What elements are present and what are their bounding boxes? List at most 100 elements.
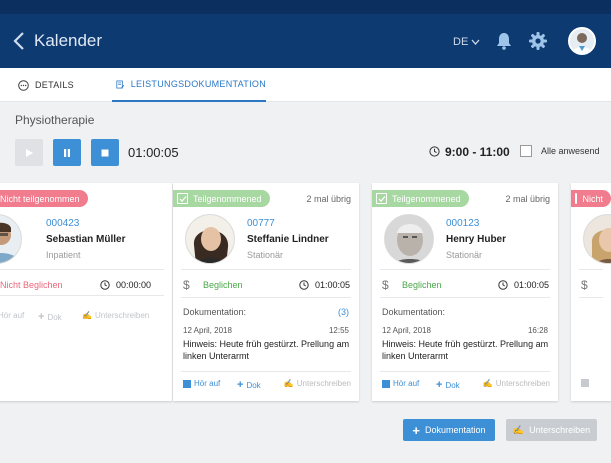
all-present-label: Alle anwesend [541,146,600,156]
patient-id[interactable]: 000423 [46,218,79,229]
status-badge: Nicht [571,190,611,207]
status-badge: Nicht teilgenommen [0,190,88,207]
document-edit-icon [116,80,125,88]
patient-name: Steffanie Lindner [247,234,329,245]
play-button[interactable] [15,139,43,166]
tab-leistungsdokumentation-label: LEISTUNGSDOKUMENTATION [130,79,266,89]
card-actions [581,379,603,391]
tab-details[interactable]: DETAILS [18,68,74,102]
stop-action[interactable]: Hör auf [382,379,419,388]
divider [181,269,351,270]
divider [181,371,351,372]
patient-type: Stationär [247,250,284,260]
back-arrow-icon[interactable] [12,31,26,51]
payment-status: Nicht Beglichen [0,280,63,290]
doc-date: 12 April, 2018 [382,326,431,335]
plus-icon: + [412,422,421,438]
add-doc-action[interactable]: + Dok [38,311,62,323]
sign-label: Unterschreiben [94,311,150,320]
divider [380,297,550,298]
doc-time: 12:55 [328,326,349,335]
stop-square-icon [183,379,191,388]
bell-icon[interactable] [496,32,512,50]
patient-name: Sebastian Müller [46,234,126,245]
play-icon [26,148,33,157]
stop-action[interactable]: Hör auf [0,311,24,320]
documentation-count[interactable]: (3) [338,307,349,317]
gear-icon[interactable] [529,32,547,50]
patient-photo [583,214,611,264]
add-doc-action[interactable]: + Dok [436,379,460,391]
documentation-label: Dokumentation: [382,307,446,317]
section-title: Physiotherapie [15,113,95,127]
signature-icon: ✍ [482,379,493,388]
stop-icon [101,149,109,156]
add-documentation-label: Dokumentation [425,425,486,435]
checkbox-icon [575,193,578,204]
status-badge-label: Nicht [582,193,603,204]
divider [0,269,164,270]
all-present-checkbox[interactable] [520,145,532,157]
stop-action[interactable] [581,379,589,387]
stop-button[interactable] [91,139,119,166]
plus-icon: + [38,311,45,323]
stop-action-label: Hör auf [0,311,25,320]
app-header: Kalender DE [0,14,611,68]
pause-button[interactable] [53,139,81,166]
patient-id[interactable]: 00777 [247,218,275,229]
status-badge-label: Nicht teilgenommen [0,193,80,204]
card-actions: Hör auf + Dok ✍ Unterschreiben [0,311,164,323]
patient-id[interactable]: 000123 [446,218,479,229]
checkbox-checked-icon [177,193,188,204]
dollar-icon: $ [382,278,389,292]
more-circle-icon [18,79,29,91]
chevron-down-icon[interactable] [471,38,480,46]
card-actions: Hör auf + Dok ✍ Unterschreiben [382,379,550,391]
patient-photo [0,214,22,264]
sign-button-label: Unterschreiben [529,425,591,435]
patient-card: Nicht teilgenommen 000423 Sebastian Müll… [0,183,172,401]
divider [0,295,164,296]
plus-icon: + [237,379,244,391]
stop-action-label: Hör auf [393,379,420,388]
clock-icon [100,280,110,290]
stop-square-icon [581,379,589,387]
patient-card: Teilgenommened 2 mal übrig 000123 Henry … [372,183,558,401]
system-status-bar [0,0,611,14]
patient-name: Henry Huber [446,234,507,245]
dollar-icon: $ [183,278,190,292]
language-selector[interactable]: DE [453,36,468,48]
page-title: Kalender [34,31,103,50]
documentation-label: Dokumentation: [183,307,247,317]
divider [380,269,550,270]
session-duration: 01:00:05 [514,280,550,290]
stop-action[interactable]: Hör auf [183,379,220,388]
remaining-sessions: 2 mal übrig [505,194,550,204]
add-doc-label: Dok [246,380,261,390]
sign-button[interactable]: ✍ Unterschreiben [506,419,597,441]
status-badge-label: Teilgenommened [193,193,262,204]
doc-note: Hinweis: Heute früh gestürzt. Prellung a… [183,339,350,361]
session-timer: 01:00:05 [128,145,179,160]
sign-label: Unterschreiben [296,379,351,388]
signature-icon: ✍ [283,379,294,388]
session-duration: 00:00:00 [116,280,152,290]
status-badge: Teilgenommened [372,190,469,207]
patient-card: Nicht $ [571,183,611,401]
checkbox-checked-icon [376,193,387,204]
session-duration: 01:00:05 [315,280,351,290]
patient-type: Stationär [446,250,483,260]
add-doc-action[interactable]: + Dok [237,379,261,391]
doc-time: 16:28 [527,326,548,335]
add-documentation-button[interactable]: + Dokumentation [403,419,495,441]
tab-leistungsdokumentation[interactable]: LEISTUNGSDOKUMENTATION [112,68,266,102]
user-avatar[interactable] [568,27,596,55]
remaining-sessions: 2 mal übrig [306,194,351,204]
sign-action[interactable]: ✍ Unterschreiben [284,379,351,388]
clock-icon [299,280,309,290]
signature-icon: ✍ [512,424,525,435]
tab-details-label: DETAILS [35,80,74,90]
sign-action[interactable]: ✍ Unterschreiben [483,379,550,388]
sign-label: Unterschreiben [495,379,550,388]
sign-action[interactable]: ✍ Unterschreiben [82,311,149,320]
